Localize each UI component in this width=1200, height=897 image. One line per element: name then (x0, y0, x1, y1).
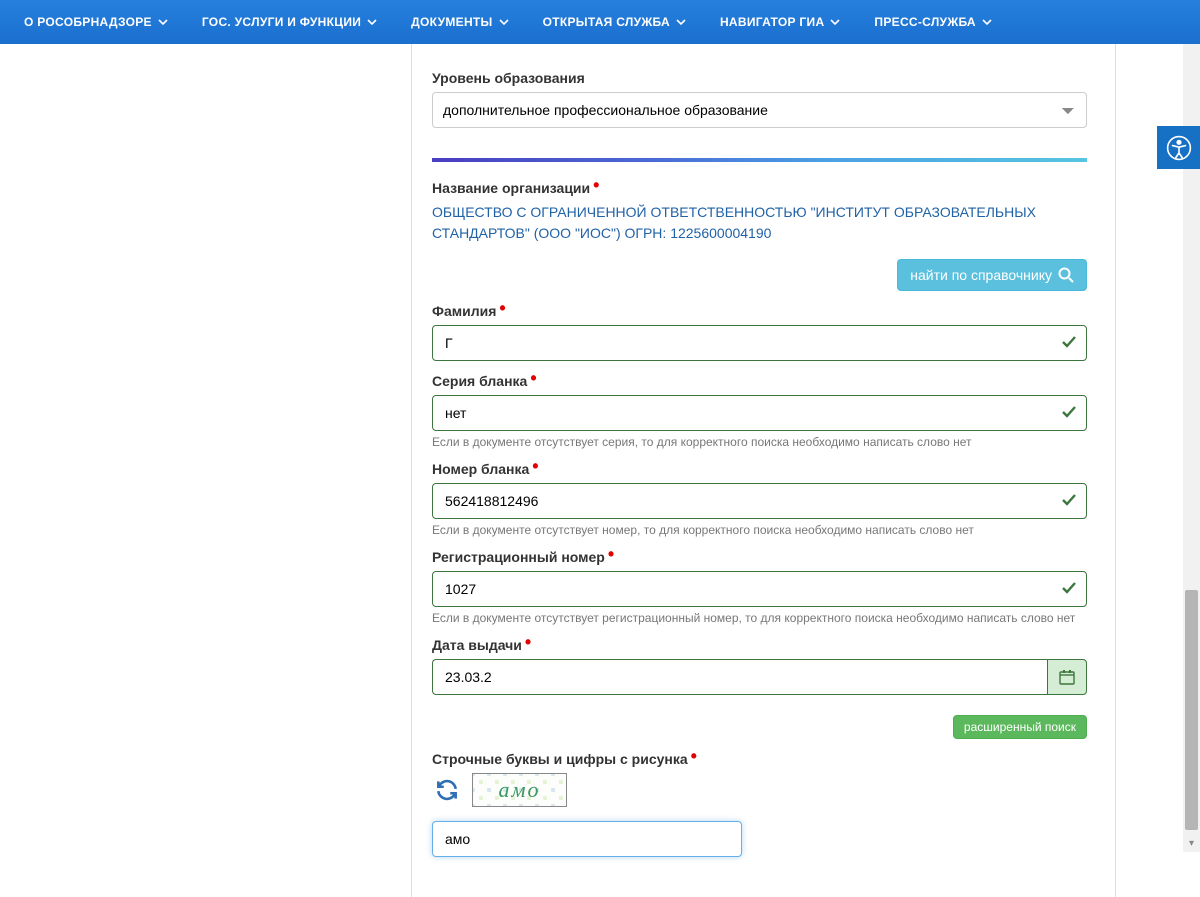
education-level-label: Уровень образования (432, 70, 1087, 86)
advanced-search-button[interactable]: расширенный поиск (953, 715, 1087, 739)
number-help: Если в документе отсутствует номер, то д… (432, 523, 1087, 537)
find-in-dictionary-button[interactable]: найти по справочнику (897, 259, 1087, 291)
nav-label: О РОСОБРНАДЗОРЕ (24, 15, 152, 29)
chevron-down-icon (499, 17, 509, 27)
required-mark: • (532, 456, 538, 476)
chevron-down-icon (367, 17, 377, 27)
regnum-help: Если в документе отсутствует регистрацио… (432, 611, 1087, 625)
section-divider (432, 158, 1087, 162)
nav-item-gia[interactable]: НАВИГАТОР ГИА (720, 15, 840, 29)
required-mark: • (525, 632, 531, 652)
button-label: найти по справочнику (910, 267, 1052, 283)
regnum-label: Регистрационный номер• (432, 549, 1087, 565)
nav-item-services[interactable]: ГОС. УСЛУГИ И ФУНКЦИИ (202, 15, 377, 29)
nav-item-open-service[interactable]: ОТКРЫТАЯ СЛУЖБА (543, 15, 686, 29)
scroll-down-arrow[interactable]: ▾ (1183, 835, 1200, 852)
form-panel: Уровень образования дополнительное профе… (411, 44, 1116, 897)
nav-label: ДОКУМЕНТЫ (411, 15, 492, 29)
valid-icon (1061, 404, 1077, 423)
calendar-button[interactable] (1047, 659, 1087, 695)
nav-label: ГОС. УСЛУГИ И ФУНКЦИИ (202, 15, 361, 29)
chevron-down-icon (982, 17, 992, 27)
number-input[interactable] (432, 483, 1087, 519)
required-mark: • (691, 746, 697, 766)
valid-icon (1061, 492, 1077, 511)
chevron-down-icon (676, 17, 686, 27)
calendar-icon (1059, 669, 1075, 685)
series-label: Серия бланка• (432, 373, 1087, 389)
label-text: Номер бланка (432, 461, 529, 477)
nav-label: ПРЕСС-СЛУЖБА (874, 15, 976, 29)
chevron-down-icon (158, 17, 168, 27)
valid-icon (1061, 580, 1077, 599)
label-text: Фамилия (432, 303, 496, 319)
series-input[interactable] (432, 395, 1087, 431)
regnum-input[interactable] (432, 571, 1087, 607)
required-mark: • (608, 544, 614, 564)
education-level-select[interactable]: дополнительное профессиональное образова… (432, 92, 1087, 128)
required-mark: • (530, 368, 536, 388)
accessibility-icon (1166, 135, 1192, 161)
number-label: Номер бланка• (432, 461, 1087, 477)
refresh-icon (434, 777, 460, 803)
captcha-label: Строчные буквы и цифры с рисунка• (432, 751, 1087, 767)
required-mark: • (499, 298, 505, 318)
valid-icon (1061, 334, 1077, 353)
captcha-image: aмo (472, 773, 567, 807)
main-nav: О РОСОБРНАДЗОРЕ ГОС. УСЛУГИ И ФУНКЦИИ ДО… (0, 0, 1200, 44)
accessibility-button[interactable] (1157, 126, 1200, 169)
label-text: Строчные буквы и цифры с рисунка (432, 751, 688, 767)
date-input[interactable] (432, 659, 1047, 695)
series-help: Если в документе отсутствует серия, то д… (432, 435, 1087, 449)
scroll-thumb[interactable] (1185, 590, 1198, 830)
label-text: Дата выдачи (432, 637, 522, 653)
surname-input[interactable] (432, 325, 1087, 361)
button-label: расширенный поиск (964, 720, 1076, 734)
search-icon (1058, 267, 1074, 283)
nav-item-documents[interactable]: ДОКУМЕНТЫ (411, 15, 508, 29)
chevron-down-icon (830, 17, 840, 27)
nav-item-press[interactable]: ПРЕСС-СЛУЖБА (874, 15, 992, 29)
label-text: Уровень образования (432, 70, 585, 86)
surname-label: Фамилия• (432, 303, 1087, 319)
label-text: Регистрационный номер (432, 549, 605, 565)
captcha-refresh-button[interactable] (432, 775, 462, 805)
nav-label: НАВИГАТОР ГИА (720, 15, 824, 29)
nav-item-about[interactable]: О РОСОБРНАДЗОРЕ (24, 15, 168, 29)
date-label: Дата выдачи• (432, 637, 1087, 653)
nav-label: ОТКРЫТАЯ СЛУЖБА (543, 15, 670, 29)
organization-label: Название организации• (432, 180, 1087, 196)
required-mark: • (593, 175, 599, 195)
label-text: Серия бланка (432, 373, 527, 389)
label-text: Название организации (432, 180, 590, 196)
organization-value[interactable]: ОБЩЕСТВО С ОГРАНИЧЕННОЙ ОТВЕТСТВЕННОСТЬЮ… (432, 202, 1087, 244)
